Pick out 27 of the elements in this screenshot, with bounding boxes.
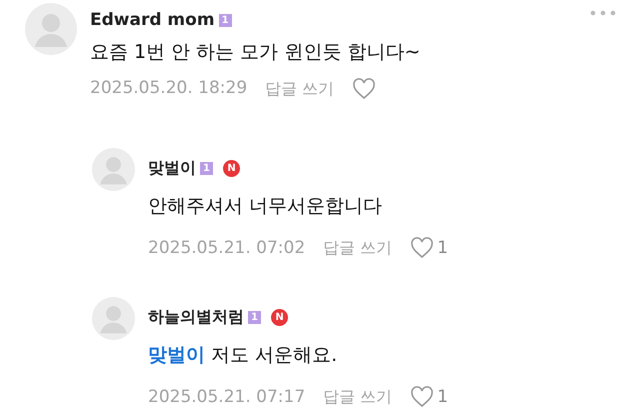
level-badge: 1 [200,162,213,175]
comment-text: 요즘 1번 안 하는 모가 윈인듯 합니다~ [90,40,420,62]
heart-icon[interactable] [410,237,434,260]
mention-link[interactable]: 맞벌이 [148,344,205,366]
like-count: 1 [437,386,448,408]
comment-text: 안해주셔서 너무서운합니다 [148,195,382,217]
new-badge: N [271,309,288,326]
more-icon[interactable] [590,10,616,16]
author-name: 맞벌이 [148,158,196,177]
comment-time: 2025.05.21. 07:02 [148,236,306,260]
heart-icon[interactable] [410,386,434,408]
reply-button[interactable]: 답글 쓰기 [323,385,392,410]
level-badge: 1 [218,14,232,27]
avatar-icon [92,148,135,191]
level-badge: 1 [248,311,261,324]
comment-text: 저도 서운해요. [211,344,338,366]
reply-button[interactable]: 답글 쓰기 [265,76,334,101]
new-badge: N [223,160,240,177]
author-name: 하늘의별처럼 [148,307,244,326]
author-name: Edward mom [90,10,215,30]
comment-time: 2025.05.20. 18:29 [90,77,248,100]
avatar-icon [25,3,77,55]
comment-time: 2025.05.21. 07:17 [148,386,306,408]
heart-icon[interactable] [352,78,376,100]
like-count: 1 [437,236,448,260]
reply-button[interactable]: 답글 쓰기 [323,236,392,260]
avatar-icon [92,297,135,340]
